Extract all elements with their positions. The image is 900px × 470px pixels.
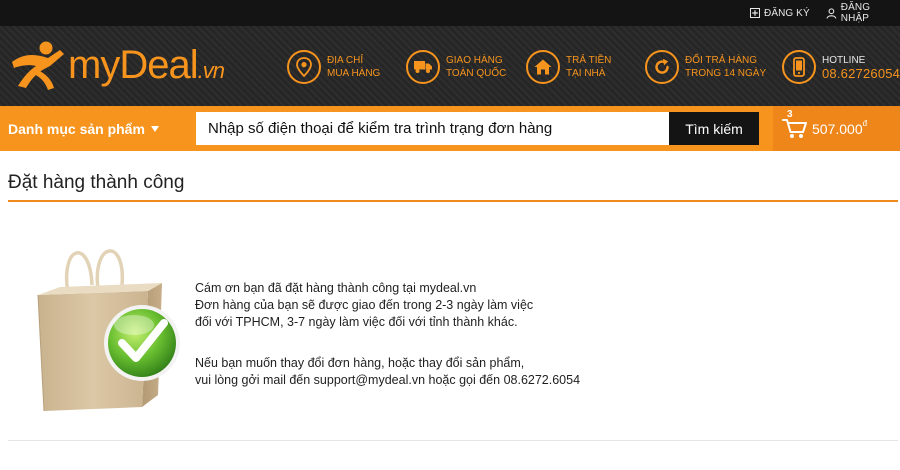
feature-line1: GIAO HÀNG (446, 55, 503, 66)
logo-deal: Deal (119, 43, 198, 87)
shopping-bag-success-icon (37, 249, 180, 412)
feature-14-day-return[interactable]: ĐỔI TRẢ HÀNG TRONG 14 NGÀY (645, 47, 766, 87)
logo-vn: .vn (197, 58, 225, 83)
page-title: Đặt hàng thành công (8, 172, 185, 193)
mobile-phone-icon (782, 50, 816, 84)
feature-text: ĐỊA CHỈ MUA HÀNG (327, 54, 380, 80)
logo-wordmark: myDeal.vn (68, 43, 225, 88)
hotline-number[interactable]: 08.62726054 (822, 67, 900, 80)
feature-text: ĐỔI TRẢ HÀNG TRONG 14 NGÀY (685, 54, 766, 80)
logo-my: my (68, 43, 120, 87)
feature-text: GIAO HÀNG TOÀN QUỐC (446, 54, 506, 80)
user-icon (826, 7, 837, 19)
order-search-input[interactable] (196, 112, 670, 145)
register-link[interactable]: ĐĂNG KÝ (750, 0, 810, 26)
register-label: ĐĂNG KÝ (764, 7, 810, 19)
category-dropdown[interactable]: Danh mục sản phẩm (8, 106, 159, 151)
runner-logo-icon (12, 41, 64, 90)
currency-symbol: đ (862, 119, 868, 128)
cart-total-amount: 507.000 (812, 121, 863, 137)
search-button[interactable]: Tìm kiếm (669, 112, 759, 145)
message-line: Nếu bạn muốn thay đổi đơn hàng, hoặc tha… (195, 356, 525, 370)
message-line: vui lòng gởi mail đến support@mydeal.vn … (195, 373, 581, 387)
category-label: Danh mục sản phẩm (8, 120, 145, 137)
order-success-message: Cám ơn bạn đã đặt hàng thành công tại my… (195, 280, 580, 389)
top-bar: ĐĂNG KÝ ĐĂNG NHẬP (0, 0, 900, 26)
hotline-text: HOTLINE 08.62726054 (822, 54, 900, 80)
feature-cash-on-delivery[interactable]: TRẢ TIỀN TẠI NHÀ (526, 47, 611, 87)
site-header: myDeal.vn ĐỊA CHỈ MUA HÀNG GIAO HÀNG TOÀ (0, 26, 900, 106)
login-link[interactable]: ĐĂNG NHẬP (826, 0, 900, 26)
feature-line1: ĐỊA CHỈ (327, 55, 364, 66)
delivery-truck-icon (406, 50, 440, 84)
feature-line1: ĐỔI TRẢ HÀNG (685, 55, 758, 66)
location-pin-icon (287, 50, 321, 84)
shopping-cart-icon (782, 119, 807, 138)
mydeal-logo[interactable]: myDeal.vn (8, 40, 238, 92)
feature-line2: TRONG 14 NGÀY (685, 68, 767, 79)
home-icon (526, 50, 560, 84)
feature-text: TRẢ TIỀN TẠI NHÀ (566, 54, 611, 80)
nav-bar: Danh mục sản phẩm Tìm kiếm 3 507.000đ (0, 106, 900, 151)
feature-line2: TOÀN QUỐC (446, 68, 507, 79)
content-divider (8, 440, 898, 441)
message-line: Đơn hàng của bạn sẽ được giao đến trong … (195, 298, 534, 312)
cart-total: 507.000đ (812, 119, 868, 137)
feature-nationwide-delivery[interactable]: GIAO HÀNG TOÀN QUỐC (406, 47, 506, 87)
hotline[interactable]: HOTLINE 08.62726054 (782, 47, 900, 87)
plus-box-icon (750, 8, 760, 18)
feature-line1: TRẢ TIỀN (566, 55, 612, 66)
message-line: Cám ơn bạn đã đặt hàng thành công tại my… (195, 281, 477, 295)
title-divider (8, 200, 898, 202)
login-label: ĐĂNG NHẬP (840, 2, 871, 24)
caret-down-icon (150, 125, 159, 132)
cart[interactable]: 3 507.000đ (773, 106, 900, 151)
feature-line2: TẠI NHÀ (566, 68, 606, 79)
feature-store-address[interactable]: ĐỊA CHỈ MUA HÀNG (287, 47, 380, 87)
return-arrow-icon (645, 50, 679, 84)
feature-line2: MUA HÀNG (327, 68, 381, 79)
message-line: đối với TPHCM, 3-7 ngày làm việc đối với… (195, 315, 518, 329)
